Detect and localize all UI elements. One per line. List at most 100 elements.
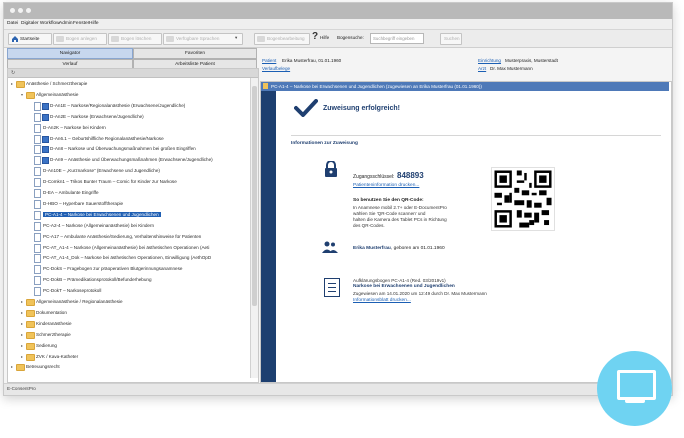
logo-badge xyxy=(597,351,672,426)
scrollbar-thumb[interactable] xyxy=(252,86,257,306)
edition-badge-icon xyxy=(42,135,49,143)
assignment-content: Zuweisung erfolgreich! Informationen zur… xyxy=(261,91,669,382)
edition-badge-icon xyxy=(42,157,49,165)
tree-item[interactable]: D-An6.1 – Geburtshilfliche Regionalanäst… xyxy=(8,134,249,144)
qr-line3: halten die Kamera des Tablet PCs in Rich… xyxy=(353,217,447,222)
status-text: E-ConsentPro xyxy=(7,386,36,391)
expand-icon[interactable]: ▸ xyxy=(11,364,15,369)
form-line1: Aufklärungsbogen PC-A1-4 (Red. 03/2019v1… xyxy=(353,278,446,283)
tree-item[interactable]: ▾ Allgemeinanästhesie xyxy=(8,90,249,100)
expand-icon[interactable]: ▸ xyxy=(21,310,25,315)
tree-item-label: PC-DokT – Narkoseprotokoll xyxy=(43,288,102,294)
bogenbearbeitung-button[interactable]: Bogenbearbeitung xyxy=(254,33,310,45)
tree-item[interactable]: D-An9 – Anästhesie und Überwachungsmaßna… xyxy=(8,155,249,166)
search-placeholder: Suchbegriff eingeben xyxy=(373,36,415,41)
tree-item[interactable]: PC-AT_A1-4_Dok – Narkose bei ästhetische… xyxy=(8,253,249,264)
tree-item[interactable]: D-An2E – Narkose (Erwachsene/Jugendliche… xyxy=(8,112,249,122)
tree-scrollbar[interactable] xyxy=(250,78,258,378)
globe-icon xyxy=(166,36,174,42)
startseite-button[interactable]: Startseite xyxy=(8,33,52,45)
tree-item[interactable]: PC-A1-4 – Narkose bei Erwachsenen und Ju… xyxy=(8,210,249,220)
tree-item[interactable]: ▸ Kinderanästhesie xyxy=(8,319,249,329)
tree-item[interactable]: PC-DokT – Narkoseprotokoll xyxy=(8,286,249,297)
patient-name: Erika Musterfrau xyxy=(353,246,391,251)
menu-datei[interactable]: Datei xyxy=(7,21,18,26)
patient-link[interactable]: Patient xyxy=(262,58,276,63)
expand-icon[interactable]: ▸ xyxy=(21,354,25,359)
tree-item[interactable]: D-An10E – „Kurznarkose“ (Erwachsene und … xyxy=(8,166,249,177)
tree-item[interactable]: D-An2K – Narkose bei Kindern xyxy=(8,123,249,133)
sprachen-dropdown[interactable]: Verfügbare Sprachen ▾ xyxy=(163,33,243,45)
tree-item[interactable]: ▸ Allgemeinanästhesie / Regionalanästhesi… xyxy=(8,297,249,307)
verlaufbelege-link[interactable]: Verlaufbelege xyxy=(262,66,290,71)
tree-item[interactable]: D-An1E – Narkose/Regionalanästhesie (Erw… xyxy=(8,101,249,111)
expand-icon[interactable]: ▸ xyxy=(21,321,25,326)
tree-item-label: D-EA – Ambulante Eingriffe xyxy=(43,190,99,195)
tree-item[interactable]: ▸ Sedierung xyxy=(8,341,249,351)
tree-item[interactable]: PC-A17 – Ambulante Anästhesie/Sedierung,… xyxy=(8,232,249,242)
bogen-anlegen-button[interactable]: Bogen anlegen xyxy=(53,33,107,45)
patient-birth: , geboren am 01.01.1960 xyxy=(391,246,445,251)
search-label: Bogensuche: xyxy=(337,35,364,40)
window-minimize-dot[interactable] xyxy=(18,8,23,13)
menu-admin[interactable]: Admin xyxy=(59,21,73,26)
document-tab[interactable]: PC-A1-4 – Narkose bei Erwachsenen und Ju… xyxy=(261,82,669,91)
informationsblatt-print-link[interactable]: Informationsblatt drucken... xyxy=(353,298,411,303)
tree-item[interactable]: PC-DokB – Prämedikationsprotokoll/Befund… xyxy=(8,275,249,286)
content-sidebar-stripe xyxy=(261,91,276,382)
menu-bar: Datei Digitaler Workflow Admin Fenster H… xyxy=(4,19,672,30)
tree-item-label: Schmerztherapie xyxy=(36,331,71,337)
menu-fenster[interactable]: Fenster xyxy=(73,21,89,26)
tree-item-label: D-An10E – „Kurznarkose“ (Erwachsene und … xyxy=(43,168,160,174)
tab-navigator[interactable]: Navigator xyxy=(7,48,133,59)
tree-item[interactable]: ▸ Anästhesie / Schmerztherapie xyxy=(8,79,249,89)
tab-favoriten[interactable]: Favoriten xyxy=(133,48,257,59)
document-icon xyxy=(34,243,41,253)
tree-item-label: D-An6.1 – Geburtshilfliche Regionalanäst… xyxy=(50,135,164,141)
tree-item-label: Dokumentation xyxy=(36,309,67,315)
window-maximize-dot[interactable] xyxy=(26,8,31,13)
window-close-dot[interactable] xyxy=(10,8,15,13)
help-icon[interactable]: ? xyxy=(312,31,318,42)
search-button[interactable]: Suchen xyxy=(440,33,462,45)
section-title: Informationen zur Zuweisung xyxy=(291,141,358,146)
patient-value: Erika Musterfrau, 01.01.1960 xyxy=(282,58,342,63)
expand-icon[interactable]: ▸ xyxy=(21,299,25,304)
refresh-icon[interactable]: ↻ xyxy=(11,70,15,76)
document-icon xyxy=(34,221,41,231)
help-label[interactable]: Hilfe xyxy=(320,35,329,40)
tree-item[interactable]: D-Comkn1 – Trikos Bunter Traum – Comic f… xyxy=(8,177,249,188)
tree-item[interactable]: D-EA – Ambulante Eingriffe xyxy=(8,188,249,198)
document-panel: PC-A1-4 – Narkose bei Erwachsenen und Ju… xyxy=(260,81,672,383)
menu-digitaler-workflow[interactable]: Digitaler Workflow xyxy=(21,21,60,26)
tree-item[interactable]: ▸ Dokumentation xyxy=(8,308,249,318)
bogen-loeschen-button[interactable]: Bogen löschen xyxy=(108,33,162,45)
edition-badge-icon xyxy=(42,113,49,121)
tree-item-label: D-HBO – Hyperbare Sauerstofftherapie xyxy=(43,200,124,206)
tree-item[interactable]: ▸ ZVK / Kava-Katheter xyxy=(8,352,249,362)
folder-icon xyxy=(26,353,35,361)
tree-item-label: Allgemeinanästhesie xyxy=(36,91,79,97)
einrichtung-link[interactable]: Einrichtung xyxy=(478,58,501,63)
tree-item[interactable]: ▸ Schmerztherapie xyxy=(8,330,249,340)
tree-item[interactable]: PC-A2-4 – Narkose (Allgemeinanästhesie) … xyxy=(8,221,249,231)
arzt-link[interactable]: Arzt xyxy=(478,66,486,71)
tree-item[interactable]: D-HBO – Hyperbare Sauerstofftherapie xyxy=(8,199,249,209)
tree-header: ↻ xyxy=(8,69,258,78)
search-input[interactable]: Suchbegriff eingeben xyxy=(370,33,424,44)
bogen-loeschen-label: Bogen löschen xyxy=(121,36,152,41)
tree-item[interactable]: D-An8 – Narkose und Überwachungsmaßnahme… xyxy=(8,144,249,155)
document-tab-label: PC-A1-4 – Narkose bei Erwachsenen und Ju… xyxy=(271,84,482,89)
patient-info-print-link[interactable]: Patienteninformation drucken... xyxy=(353,183,419,188)
tree-item[interactable]: PC-DokS – Fragebogen zur präoperativen B… xyxy=(8,264,249,275)
tree-item[interactable]: PC-AT_A1-4 – Narkose (Allgemeinanästhesi… xyxy=(8,243,249,253)
expand-icon[interactable]: ▾ xyxy=(21,92,25,97)
menu-hilfe[interactable]: Hilfe xyxy=(89,21,99,26)
edit-icon xyxy=(257,36,265,42)
tree-item-label: D-An1E – Narkose/Regionalanästhesie (Erw… xyxy=(50,102,186,108)
tree-item[interactable]: ▸ Betreuungsrecht xyxy=(8,362,249,372)
tree-item-label: PC-AT_A1-4 – Narkose (Allgemeinanästhesi… xyxy=(43,244,210,250)
expand-icon[interactable]: ▸ xyxy=(21,332,25,337)
expand-icon[interactable]: ▸ xyxy=(21,343,25,348)
expand-icon[interactable]: ▸ xyxy=(11,81,15,86)
